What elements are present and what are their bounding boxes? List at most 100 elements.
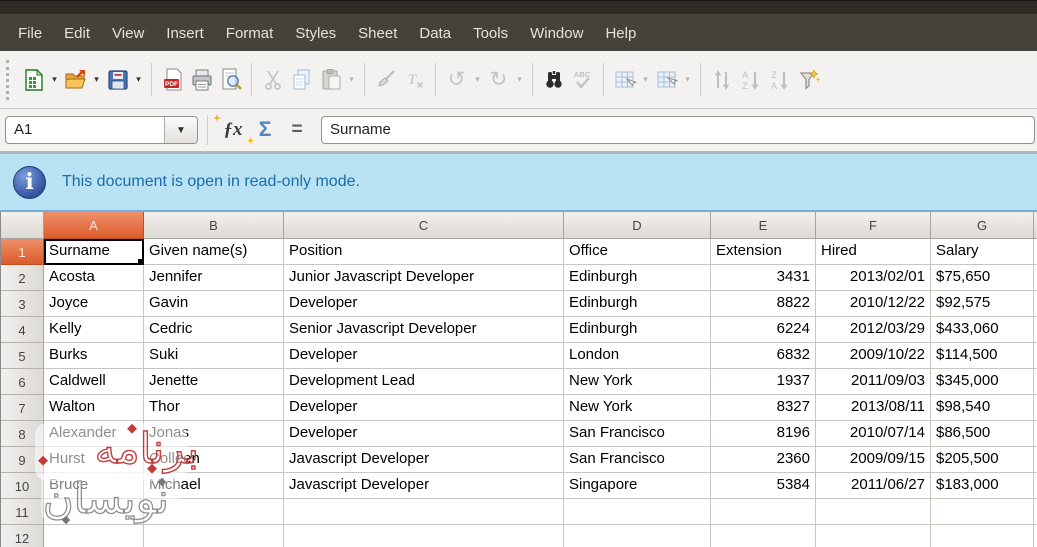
column-header-D[interactable]: D <box>564 212 711 239</box>
row-header-10[interactable]: 10 <box>1 473 44 499</box>
cell-G12[interactable] <box>931 525 1034 547</box>
cell-C3[interactable]: Developer <box>284 291 564 317</box>
cell-B1[interactable]: Given name(s) <box>144 239 284 265</box>
cell-E7[interactable]: 8327 <box>711 395 816 421</box>
cell-C9[interactable]: Javascript Developer <box>284 447 564 473</box>
name-box[interactable]: A1 ▼ <box>5 116 198 144</box>
cell-E11[interactable] <box>711 499 816 525</box>
cell-E12[interactable] <box>711 525 816 547</box>
function-wizard-button[interactable]: ƒx <box>217 119 249 141</box>
cell-B6[interactable]: Jenette <box>144 369 284 395</box>
cell-B8[interactable]: Jonas <box>144 421 284 447</box>
cell-E5[interactable]: 6832 <box>711 343 816 369</box>
save-dropdown[interactable]: ▾ <box>132 74 145 85</box>
toolbar-grip-handle[interactable] <box>6 60 11 100</box>
cell-F2[interactable]: 2013/02/01 <box>816 265 931 291</box>
cell-F1[interactable]: Hired <box>816 239 931 265</box>
print-preview-button[interactable] <box>216 65 245 95</box>
menu-item-styles[interactable]: Styles <box>284 19 347 48</box>
menu-item-view[interactable]: View <box>101 19 155 48</box>
menu-item-help[interactable]: Help <box>594 19 647 48</box>
cell-G3[interactable]: $92,575 <box>931 291 1034 317</box>
row-header-2[interactable]: 2 <box>1 265 44 291</box>
row-header-9[interactable]: 9 <box>1 447 44 473</box>
cell-A1[interactable]: Surname <box>44 239 144 265</box>
cell-B10[interactable]: Michael <box>144 473 284 499</box>
cell-D12[interactable] <box>564 525 711 547</box>
menu-item-insert[interactable]: Insert <box>155 19 215 48</box>
cell-F9[interactable]: 2009/09/15 <box>816 447 931 473</box>
cell-G6[interactable]: $345,000 <box>931 369 1034 395</box>
cell-A4[interactable]: Kelly <box>44 317 144 343</box>
cell-C1[interactable]: Position <box>284 239 564 265</box>
select-all-corner[interactable] <box>1 212 44 239</box>
cell-C4[interactable]: Senior Javascript Developer <box>284 317 564 343</box>
cell-E8[interactable]: 8196 <box>711 421 816 447</box>
cell-D10[interactable]: Singapore <box>564 473 711 499</box>
find-replace-button[interactable] <box>539 65 568 95</box>
new-document-dropdown[interactable]: ▾ <box>48 74 61 85</box>
cell-C2[interactable]: Junior Javascript Developer <box>284 265 564 291</box>
column-header-F[interactable]: F <box>816 212 931 239</box>
cell-G1[interactable]: Salary <box>931 239 1034 265</box>
cell-B4[interactable]: Cedric <box>144 317 284 343</box>
cell-D2[interactable]: Edinburgh <box>564 265 711 291</box>
cell-F3[interactable]: 2010/12/22 <box>816 291 931 317</box>
cell-A10[interactable]: Bruce <box>44 473 144 499</box>
cell-D9[interactable]: San Francisco <box>564 447 711 473</box>
row-header-8[interactable]: 8 <box>1 421 44 447</box>
cell-B2[interactable]: Jennifer <box>144 265 284 291</box>
cell-G5[interactable]: $114,500 <box>931 343 1034 369</box>
cell-A6[interactable]: Caldwell <box>44 369 144 395</box>
cell-C6[interactable]: Development Lead <box>284 369 564 395</box>
cell-C11[interactable] <box>284 499 564 525</box>
cell-F10[interactable]: 2011/06/27 <box>816 473 931 499</box>
menu-item-format[interactable]: Format <box>215 19 285 48</box>
cell-C10[interactable]: Javascript Developer <box>284 473 564 499</box>
name-box-dropdown[interactable]: ▼ <box>164 117 197 143</box>
cell-D4[interactable]: Edinburgh <box>564 317 711 343</box>
cell-D11[interactable] <box>564 499 711 525</box>
cell-reference[interactable]: A1 <box>6 117 164 143</box>
cell-C12[interactable] <box>284 525 564 547</box>
cell-D1[interactable]: Office <box>564 239 711 265</box>
cell-E4[interactable]: 6224 <box>711 317 816 343</box>
row-header-12[interactable]: 12 <box>1 525 44 547</box>
cell-G2[interactable]: $75,650 <box>931 265 1034 291</box>
cell-F5[interactable]: 2009/10/22 <box>816 343 931 369</box>
cell-G7[interactable]: $98,540 <box>931 395 1034 421</box>
cell-E10[interactable]: 5384 <box>711 473 816 499</box>
cell-A8[interactable]: Alexander <box>44 421 144 447</box>
cell-E1[interactable]: Extension <box>711 239 816 265</box>
row-header-7[interactable]: 7 <box>1 395 44 421</box>
menu-item-tools[interactable]: Tools <box>462 19 519 48</box>
cell-A3[interactable]: Joyce <box>44 291 144 317</box>
cell-D6[interactable]: New York <box>564 369 711 395</box>
cell-F8[interactable]: 2010/07/14 <box>816 421 931 447</box>
open-dropdown[interactable]: ▾ <box>90 74 103 85</box>
cell-G10[interactable]: $183,000 <box>931 473 1034 499</box>
formula-input-line[interactable]: Surname <box>321 116 1035 144</box>
cell-B11[interactable] <box>144 499 284 525</box>
menu-item-sheet[interactable]: Sheet <box>347 19 408 48</box>
row-header-5[interactable]: 5 <box>1 343 44 369</box>
menu-item-file[interactable]: File <box>7 19 53 48</box>
menu-item-window[interactable]: Window <box>519 19 594 48</box>
column-header-A[interactable]: A <box>44 212 144 239</box>
cell-A2[interactable]: Acosta <box>44 265 144 291</box>
cell-F7[interactable]: 2013/08/11 <box>816 395 931 421</box>
cell-D8[interactable]: San Francisco <box>564 421 711 447</box>
cell-G11[interactable] <box>931 499 1034 525</box>
cell-E2[interactable]: 3431 <box>711 265 816 291</box>
cell-F4[interactable]: 2012/03/29 <box>816 317 931 343</box>
cell-A12[interactable] <box>44 525 144 547</box>
menu-item-edit[interactable]: Edit <box>53 19 101 48</box>
cell-D7[interactable]: New York <box>564 395 711 421</box>
cell-C7[interactable]: Developer <box>284 395 564 421</box>
cell-F6[interactable]: 2011/09/03 <box>816 369 931 395</box>
formula-button[interactable]: = <box>281 119 313 141</box>
cell-E9[interactable]: 2360 <box>711 447 816 473</box>
cell-B12[interactable] <box>144 525 284 547</box>
row-header-11[interactable]: 11 <box>1 499 44 525</box>
export-pdf-button[interactable]: PDF <box>158 65 187 95</box>
